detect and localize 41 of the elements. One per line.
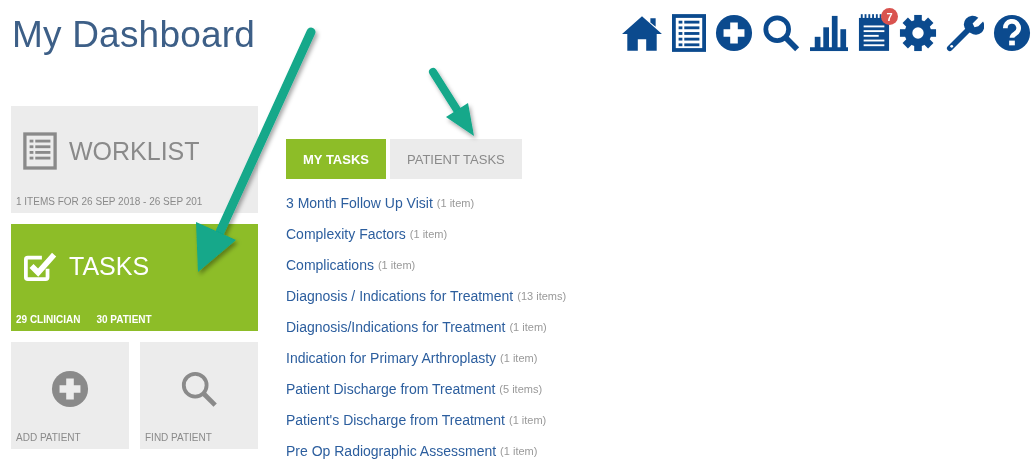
notification-badge: 7 — [881, 8, 898, 25]
settings-icon[interactable] — [899, 14, 937, 52]
notepad-icon[interactable] — [858, 14, 890, 52]
wrench-icon[interactable] — [946, 14, 984, 52]
item-count: (1 item) — [500, 351, 538, 364]
tile-label: ADD PATIENT — [16, 432, 81, 443]
add-icon[interactable] — [715, 14, 753, 52]
dashboard-title: My Dashboard — [12, 14, 255, 56]
add-icon — [51, 370, 89, 408]
item-count: (1 item) — [509, 413, 547, 426]
item-count: (1 item) — [436, 196, 475, 209]
item-count: (1 item) — [509, 320, 547, 333]
task-link[interactable]: Indication for Primary Arthroplasty — [286, 349, 497, 366]
task-link[interactable]: 3 Month Follow Up Visit — [286, 194, 433, 211]
task-link[interactable]: Diagnosis / Indications for Treatment — [286, 287, 514, 304]
list-icon[interactable] — [672, 14, 706, 52]
item-count: (1 item) — [409, 227, 448, 240]
item-count: (1 item) — [500, 444, 538, 457]
task-link[interactable]: Pre Op Radiographic Assessment — [286, 442, 497, 459]
item-count: (5 items) — [499, 382, 543, 395]
tile-count: 30 PATIENT — [96, 314, 152, 325]
checkbox-icon — [23, 250, 57, 282]
task-link[interactable]: Patient's Discharge from Treatment — [286, 411, 505, 428]
tile-subtitle: 1 ITEMS FOR 26 SEP 2018 - 26 SEP 201 — [16, 196, 204, 207]
tile-label: TASKS — [69, 251, 150, 281]
bar-chart-icon[interactable] — [809, 14, 849, 52]
task-link[interactable]: Complications — [286, 256, 374, 273]
annotation-arrow — [429, 68, 474, 136]
tile-count: 29 CLINICIAN — [16, 314, 81, 325]
search-icon — [180, 370, 218, 408]
tile-label: FIND PATIENT — [145, 432, 212, 443]
task-link[interactable]: Diagnosis/Indications for Treatment — [286, 318, 506, 335]
tile-label: WORKLIST — [69, 136, 200, 166]
list-icon — [23, 132, 57, 170]
item-count: (13 items) — [517, 289, 567, 302]
search-icon[interactable] — [762, 14, 800, 52]
task-link[interactable]: Complexity Factors — [286, 225, 406, 242]
home-icon[interactable] — [621, 14, 663, 52]
task-link[interactable]: Patient Discharge from Treatment — [286, 380, 496, 397]
help-icon[interactable] — [993, 14, 1031, 52]
item-count: (1 item) — [377, 258, 416, 271]
